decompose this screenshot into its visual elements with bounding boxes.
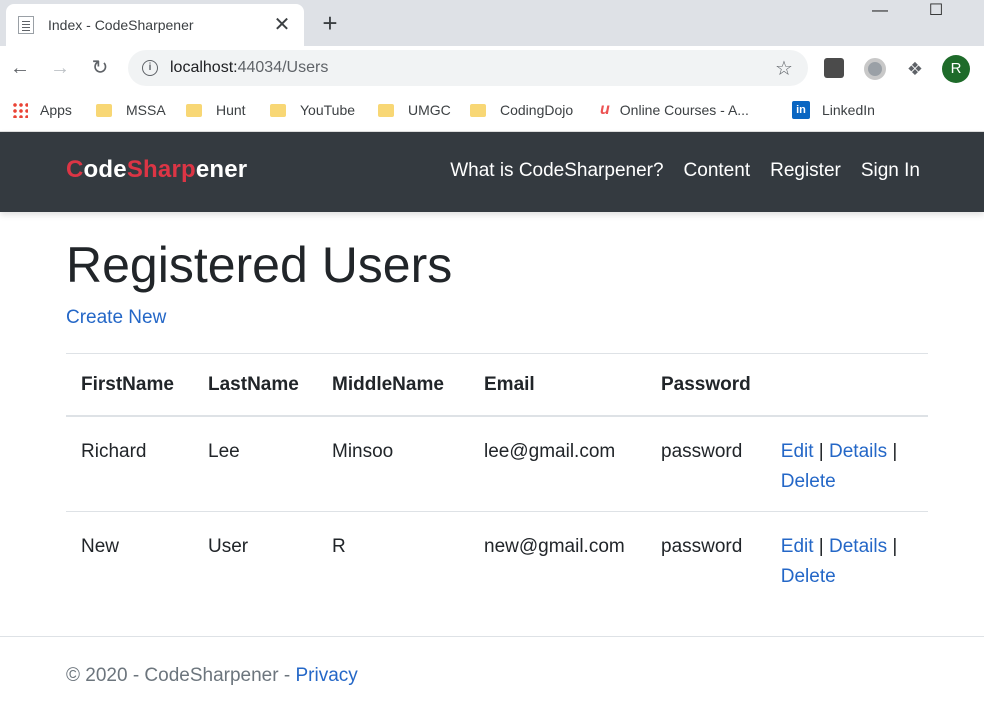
profile-avatar[interactable]: R xyxy=(942,55,970,83)
address-bar[interactable]: i localhost:44034/Users ☆ xyxy=(128,50,808,86)
bookmark-codingdojo[interactable]: CodingDojo xyxy=(470,100,573,120)
edit-link[interactable]: Edit xyxy=(781,441,814,462)
edit-link[interactable]: Edit xyxy=(781,536,814,557)
nav-sign-in[interactable]: Sign In xyxy=(861,160,920,182)
url-path: 44034/Users xyxy=(237,59,329,76)
nav-register[interactable]: Register xyxy=(770,160,841,182)
extensions-puzzle-icon[interactable]: ❖ xyxy=(904,58,926,80)
cell-actions: Edit | Details | Delete xyxy=(766,511,928,606)
table-row: Richard Lee Minsoo lee@gmail.com passwor… xyxy=(66,415,928,512)
folder-icon xyxy=(470,103,486,117)
delete-link[interactable]: Delete xyxy=(781,471,836,492)
bookmark-label: UMGC xyxy=(408,102,451,118)
bookmark-online-courses[interactable]: u Online Courses - A... xyxy=(600,100,749,120)
folder-icon xyxy=(270,103,286,117)
table-header-row: FirstName LastName MiddleName Email Pass… xyxy=(66,353,928,417)
reload-icon[interactable]: ↻ xyxy=(88,56,112,80)
folder-icon xyxy=(186,103,202,117)
action-separator: | xyxy=(818,440,824,462)
details-link[interactable]: Details xyxy=(829,536,887,557)
forward-arrow-icon[interactable]: → xyxy=(48,56,72,80)
site-navbar: CodeSharpener What is CodeSharpener? Con… xyxy=(0,132,984,212)
column-header: Email xyxy=(469,353,646,417)
cell-email: new@gmail.com xyxy=(484,535,625,557)
bookmark-label: Apps xyxy=(40,102,72,118)
extension-circle-icon[interactable] xyxy=(864,58,886,80)
site-brand[interactable]: CodeSharpener xyxy=(66,156,247,184)
bookmark-linkedin[interactable]: in LinkedIn xyxy=(792,100,875,120)
folder-icon xyxy=(378,103,394,117)
page-title: Registered Users xyxy=(66,237,453,293)
brand-part: C xyxy=(66,156,84,183)
bookmarks-bar: Apps MSSA Hunt YouTube UMGC CodingDojo u… xyxy=(0,90,984,132)
cell-middle-name: R xyxy=(332,535,346,557)
action-separator: | xyxy=(818,535,824,557)
privacy-link[interactable]: Privacy xyxy=(295,665,357,686)
bookmark-youtube[interactable]: YouTube xyxy=(270,100,355,120)
browser-tab[interactable]: Index - CodeSharpener ✕ xyxy=(6,4,304,46)
users-table: FirstName LastName MiddleName Email Pass… xyxy=(66,353,928,606)
site-footer: © 2020 - CodeSharpener - Privacy xyxy=(0,636,984,702)
action-separator: | xyxy=(892,535,898,557)
action-separator: | xyxy=(892,440,898,462)
nav-what-is[interactable]: What is CodeSharpener? xyxy=(450,160,663,182)
linkedin-icon: in xyxy=(792,101,810,119)
page-favicon-icon xyxy=(18,16,34,34)
folder-icon xyxy=(96,103,112,117)
column-header: Password xyxy=(646,353,766,417)
site-info-icon[interactable]: i xyxy=(142,60,158,76)
bookmark-label: CodingDojo xyxy=(500,102,574,118)
footer-text: © 2020 - CodeSharpener - Privacy xyxy=(66,665,358,687)
cell-middle-name: Minsoo xyxy=(317,415,469,512)
new-tab-button[interactable]: + xyxy=(316,10,344,38)
bookmark-label: YouTube xyxy=(300,102,356,118)
tab-close-icon[interactable]: ✕ xyxy=(272,15,292,35)
brand-part: ener xyxy=(195,156,248,183)
cell-first-name: New xyxy=(81,535,120,557)
tab-title: Index - CodeSharpener xyxy=(48,17,194,33)
column-header: LastName xyxy=(193,353,317,417)
brand-part: Sharp xyxy=(126,156,196,183)
bookmark-label: Online Courses - A... xyxy=(619,102,749,118)
bookmark-apps[interactable]: Apps xyxy=(12,100,72,120)
delete-link[interactable]: Delete xyxy=(781,566,836,587)
maximize-icon[interactable]: ☐ xyxy=(914,0,958,30)
bookmark-label: LinkedIn xyxy=(822,102,875,118)
create-new-link[interactable]: Create New xyxy=(66,307,166,329)
bookmark-umgc[interactable]: UMGC xyxy=(378,100,451,120)
cell-password: password xyxy=(661,535,743,557)
browser-tabstrip: Index - CodeSharpener ✕ + — ☐ xyxy=(0,0,984,46)
column-header: MiddleName xyxy=(317,353,469,417)
nav-links: What is CodeSharpener? Content Register … xyxy=(450,160,920,182)
bookmark-label: Hunt xyxy=(216,102,246,118)
bookmark-star-icon[interactable]: ☆ xyxy=(772,56,796,81)
apps-grid-icon xyxy=(12,102,28,118)
bookmark-label: MSSA xyxy=(126,102,166,118)
main-content: Registered Users Create New FirstName La… xyxy=(66,212,928,587)
brand-part: ode xyxy=(83,156,127,183)
minimize-icon[interactable]: — xyxy=(858,0,902,30)
extension-camera-icon[interactable] xyxy=(824,58,844,78)
table-row: New User R new@gmail.com password Edit |… xyxy=(66,511,928,606)
footer-copyright: © 2020 - CodeSharpener - xyxy=(66,665,296,686)
details-link[interactable]: Details xyxy=(829,441,887,462)
browser-toolbar: ← → ↻ i localhost:44034/Users ☆ ❖ xyxy=(0,46,984,90)
bookmark-hunt[interactable]: Hunt xyxy=(186,100,246,120)
cell-last-name: User xyxy=(208,535,249,557)
nav-content[interactable]: Content xyxy=(684,160,751,182)
udemy-icon: u xyxy=(600,101,610,118)
url-text[interactable]: localhost:44034/Users xyxy=(170,59,772,77)
cell-actions: Edit | Details | Delete xyxy=(765,415,928,512)
back-arrow-icon[interactable]: ← xyxy=(8,56,32,80)
column-header: FirstName xyxy=(66,353,193,417)
column-header-actions xyxy=(765,353,928,417)
url-host: localhost: xyxy=(170,59,238,76)
cell-email: lee@gmail.com xyxy=(469,415,646,512)
bookmark-mssa[interactable]: MSSA xyxy=(96,100,166,120)
cell-last-name: Lee xyxy=(193,415,317,512)
cell-first-name: Richard xyxy=(66,415,193,512)
cell-password: password xyxy=(646,415,766,512)
